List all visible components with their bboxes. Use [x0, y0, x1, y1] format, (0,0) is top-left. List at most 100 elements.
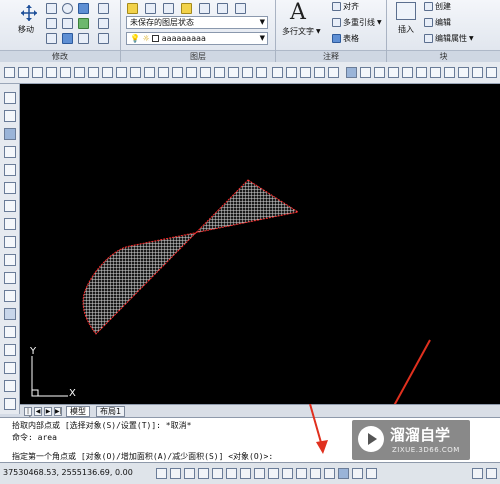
- last-tab-button[interactable]: ▶|: [54, 407, 62, 416]
- fillet-icon[interactable]: [98, 18, 109, 29]
- scale-icon[interactable]: [78, 18, 89, 29]
- gradient-icon[interactable]: [4, 326, 16, 338]
- layer-iso-icon[interactable]: [181, 3, 192, 14]
- snap-center-icon[interactable]: [328, 67, 339, 78]
- space-icon[interactable]: [158, 67, 169, 78]
- layer-delete-icon[interactable]: [402, 67, 413, 78]
- continue-icon[interactable]: [144, 67, 155, 78]
- hatched-region[interactable]: [82, 179, 300, 335]
- linear-dim-icon[interactable]: [4, 67, 15, 78]
- quick-view-icon[interactable]: [352, 468, 363, 479]
- align-button[interactable]: 对齐: [332, 1, 359, 12]
- snap-midpoint-icon[interactable]: [300, 67, 311, 78]
- 3dosnap-toggle-icon[interactable]: [226, 468, 237, 479]
- first-tab-button[interactable]: |◀: [24, 407, 32, 422]
- osnap-toggle-icon[interactable]: [212, 468, 223, 479]
- ordinate-icon[interactable]: [46, 67, 57, 78]
- layer-properties-icon[interactable]: [127, 3, 138, 14]
- line-icon[interactable]: [4, 92, 16, 104]
- otrack-toggle-icon[interactable]: [240, 468, 251, 479]
- command-prompt[interactable]: 指定第一个角点或 [对象(O)/增加面积(A)/减少面积(S)] <对象(O)>…: [12, 451, 273, 462]
- rotate-icon[interactable]: [46, 3, 57, 14]
- create-block-button[interactable]: 创建: [424, 1, 451, 12]
- layer-off-tool-icon[interactable]: [486, 67, 497, 78]
- layer-merge-icon[interactable]: [388, 67, 399, 78]
- explode-icon[interactable]: [78, 33, 89, 44]
- table-button[interactable]: 表格: [332, 33, 359, 44]
- quick-dim-icon[interactable]: [116, 67, 127, 78]
- insert-icon[interactable]: [396, 2, 416, 20]
- array-icon[interactable]: [46, 33, 57, 44]
- next-tab-button[interactable]: ▶: [44, 407, 52, 416]
- region-icon[interactable]: [4, 344, 16, 356]
- stretch-icon[interactable]: [62, 18, 73, 29]
- prev-tab-button[interactable]: ◀: [34, 407, 42, 416]
- circle-tool-icon[interactable]: [4, 200, 16, 212]
- selection-cycling-icon[interactable]: [310, 468, 321, 479]
- hatch-icon[interactable]: [4, 308, 16, 320]
- polar-toggle-icon[interactable]: [198, 468, 209, 479]
- polyline-icon[interactable]: [4, 128, 16, 140]
- number-icon[interactable]: [4, 272, 16, 284]
- tab-layout1[interactable]: 布局1: [96, 406, 126, 417]
- edit-attributes-button[interactable]: 编辑属性 ▼: [424, 33, 474, 44]
- center-mark-icon[interactable]: [200, 67, 211, 78]
- revcloud-icon[interactable]: [4, 398, 16, 410]
- coordinates-readout[interactable]: 37530468.53, 2555136.69, 0.00: [3, 468, 133, 477]
- layer-walk-icon[interactable]: [374, 67, 385, 78]
- layer-off-icon[interactable]: [199, 3, 210, 14]
- baseline-icon[interactable]: [130, 67, 141, 78]
- spline-icon[interactable]: [4, 218, 16, 230]
- multiline-text-icon[interactable]: A: [290, 0, 306, 25]
- layer-tool-icon[interactable]: [346, 67, 357, 78]
- annotation-scale-icon[interactable]: [366, 468, 377, 479]
- dim-text-edit-icon[interactable]: [242, 67, 253, 78]
- annotation-panel-title[interactable]: 注释: [276, 50, 386, 62]
- dim-update-icon[interactable]: [256, 67, 267, 78]
- edit-block-button[interactable]: 编辑: [424, 17, 451, 28]
- rectangle-icon[interactable]: [4, 164, 16, 176]
- construction-line-icon[interactable]: [4, 110, 16, 122]
- block-icon[interactable]: [4, 254, 16, 266]
- layer-match-icon[interactable]: [145, 3, 156, 14]
- layer-lock-icon[interactable]: [235, 3, 246, 14]
- text-icon[interactable]: [4, 236, 16, 248]
- table-tool-icon[interactable]: [4, 362, 16, 374]
- layer-dropdown[interactable]: 💡 ☼ aaaaaaaaa ▼: [126, 32, 268, 45]
- multileader-button[interactable]: 多重引线 ▼: [332, 17, 382, 28]
- layer-state-dropdown[interactable]: 未保存的图层状态 ▼: [126, 16, 268, 29]
- move-button[interactable]: 移动: [18, 24, 34, 35]
- snap-endpoint-icon[interactable]: [286, 67, 297, 78]
- insert-button[interactable]: 插入: [398, 24, 414, 35]
- layer-isolate-icon[interactable]: [416, 67, 427, 78]
- lock-icon[interactable]: [486, 468, 497, 479]
- drawing-canvas[interactable]: Y X: [20, 84, 500, 425]
- inspect-icon[interactable]: [214, 67, 225, 78]
- ducs-toggle-icon[interactable]: [254, 468, 265, 479]
- block-panel-title[interactable]: 块: [387, 50, 500, 62]
- point-icon[interactable]: [4, 290, 16, 302]
- move-icon[interactable]: [20, 4, 38, 22]
- tolerance-icon[interactable]: [186, 67, 197, 78]
- aligned-dim-icon[interactable]: [18, 67, 29, 78]
- lineweight-toggle-icon[interactable]: [282, 468, 293, 479]
- snap-temp-icon[interactable]: [272, 67, 283, 78]
- layer-unisolate-icon[interactable]: [430, 67, 441, 78]
- workspace-icon[interactable]: [472, 468, 483, 479]
- model-space-icon[interactable]: [338, 468, 349, 479]
- transparency-toggle-icon[interactable]: [296, 468, 307, 479]
- multiline-text-button[interactable]: 多行文字 ▼: [282, 26, 321, 37]
- layer-on-icon[interactable]: [472, 67, 483, 78]
- arc-length-icon[interactable]: [32, 67, 43, 78]
- modify-panel-title[interactable]: 修改: [0, 50, 120, 62]
- angular-icon[interactable]: [102, 67, 113, 78]
- dim-edit-icon[interactable]: [228, 67, 239, 78]
- tab-model[interactable]: 模型: [66, 406, 90, 417]
- radius-icon[interactable]: [60, 67, 71, 78]
- polygon-icon[interactable]: [4, 146, 16, 158]
- layer-prev-icon[interactable]: [163, 3, 174, 14]
- copy-icon[interactable]: [46, 18, 57, 29]
- layer-lock-tool-icon[interactable]: [458, 67, 469, 78]
- diameter-icon[interactable]: [88, 67, 99, 78]
- mtext-icon[interactable]: [4, 380, 16, 392]
